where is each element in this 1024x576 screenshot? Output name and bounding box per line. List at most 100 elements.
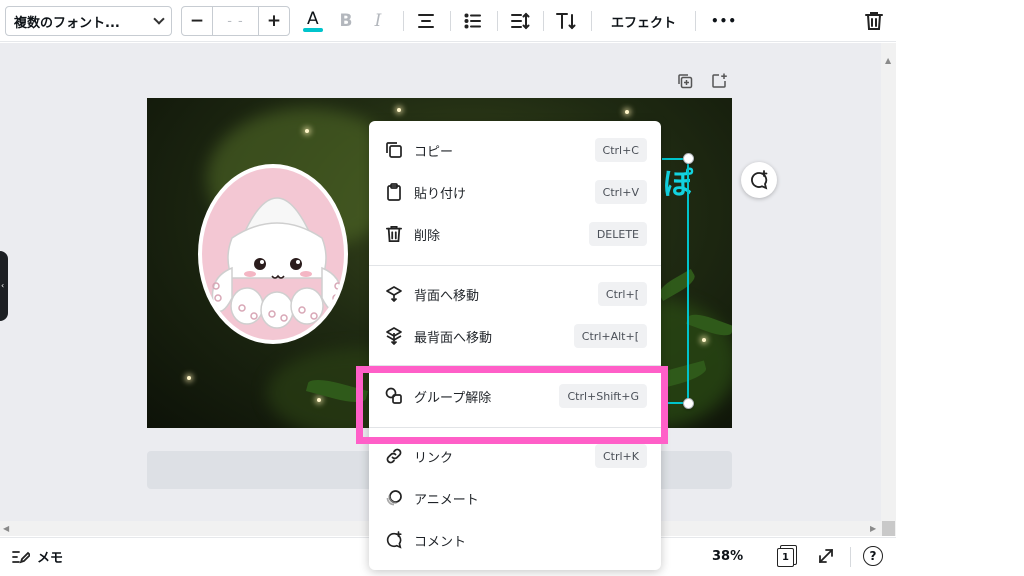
align-center-icon	[418, 14, 434, 28]
animate-icon	[386, 490, 402, 506]
delete-element-button[interactable]	[859, 6, 889, 36]
toolbar-divider	[450, 11, 451, 31]
help-button[interactable]: ?	[862, 545, 884, 567]
menu-item-shortcut: Ctrl+[	[597, 282, 647, 306]
menu-item-ungroup[interactable]: グループ解除 Ctrl+Shift+G	[369, 375, 661, 417]
text-color-button[interactable]: A	[298, 6, 328, 36]
menu-item-label: 最背面へ移動	[414, 330, 493, 346]
vertical-text-button[interactable]	[551, 6, 581, 36]
light-sparkle	[625, 110, 629, 114]
toolbar-divider	[695, 11, 696, 31]
help-icon: ?	[863, 546, 883, 566]
menu-item-label: グループ解除	[414, 390, 492, 406]
menu-item-shortcut: Ctrl+V	[594, 180, 647, 204]
ungroup-icon	[385, 387, 402, 404]
menu-item-label: コピー	[414, 144, 454, 160]
scroll-left-icon[interactable]: ◀	[3, 524, 9, 533]
font-size-increase-button[interactable]: +	[259, 7, 289, 35]
scroll-up-icon[interactable]: ▲	[885, 56, 891, 65]
bullet-list-icon	[464, 13, 481, 29]
menu-item-link[interactable]: リンク Ctrl+K	[369, 435, 661, 477]
copy-icon	[386, 142, 402, 158]
font-family-value: 複数のフォント...	[14, 15, 120, 31]
comment-add-icon	[386, 531, 402, 549]
light-sparkle	[702, 338, 706, 342]
line-spacing-icon	[511, 12, 530, 30]
selection-frame	[662, 158, 689, 404]
trash-icon	[865, 12, 883, 30]
menu-item-shortcut: DELETE	[588, 222, 647, 246]
menu-item-copy[interactable]: コピー Ctrl+C	[369, 129, 661, 171]
menu-item-comment[interactable]: コメント	[369, 519, 661, 561]
light-sparkle	[397, 108, 401, 112]
menu-item-label: 背面へ移動	[414, 288, 480, 304]
toolbar-divider	[591, 11, 592, 31]
spacing-button[interactable]	[505, 6, 535, 36]
duplicate-page-button[interactable]	[676, 72, 694, 90]
duplicate-page-icon	[678, 74, 693, 89]
page-number: 1	[777, 548, 794, 567]
side-panel-toggle[interactable]: ‹	[0, 251, 8, 321]
send-backward-icon	[386, 286, 402, 302]
scroll-right-icon[interactable]: ▶	[870, 524, 876, 533]
bullet-list-button[interactable]	[458, 6, 488, 36]
font-size-input[interactable]: - -	[212, 7, 259, 35]
text-direction-icon	[556, 13, 576, 30]
comment-add-icon	[751, 170, 768, 190]
italic-button[interactable]: I	[363, 6, 393, 36]
chevron-left-icon: ‹	[1, 281, 5, 290]
resize-handle-bottom-right[interactable]	[683, 398, 694, 409]
notes-icon	[12, 550, 30, 563]
menu-item-label: リンク	[414, 450, 454, 466]
add-page-button[interactable]	[710, 72, 728, 90]
light-sparkle	[317, 398, 321, 402]
menu-item-shortcut: Ctrl+Alt+[	[573, 324, 647, 348]
resize-handle-top-right[interactable]	[683, 153, 694, 164]
font-size-stepper: − - - +	[181, 6, 290, 36]
menu-item-shortcut: Ctrl+K	[594, 444, 647, 468]
notes-button[interactable]: メモ	[12, 547, 63, 566]
effects-button[interactable]: エフェクト	[611, 6, 676, 36]
menu-item-send-backward[interactable]: 背面へ移動 Ctrl+[	[369, 273, 661, 315]
chevron-down-icon	[153, 13, 165, 25]
toolbar-divider	[497, 11, 498, 31]
font-family-select[interactable]: 複数のフォント...	[5, 6, 172, 36]
vertical-scrollbar[interactable]: ▲	[881, 43, 896, 536]
more-options-button[interactable]: •••	[711, 6, 737, 36]
scrollbar-thumb[interactable]	[882, 521, 895, 536]
menu-item-send-to-back[interactable]: 最背面へ移動 Ctrl+Alt+[	[369, 315, 661, 357]
clipboard-icon	[387, 183, 401, 201]
text-toolbar: 複数のフォント... − - - + A B I エフェクト •••	[0, 0, 896, 42]
bottom-divider	[850, 547, 851, 567]
menu-item-label: コメント	[414, 534, 467, 550]
menu-item-label: 削除	[414, 228, 441, 244]
notes-label: メモ	[37, 551, 64, 566]
menu-item-animate[interactable]: アニメート	[369, 477, 661, 519]
font-size-decrease-button[interactable]: −	[182, 7, 212, 35]
menu-divider	[369, 365, 661, 366]
send-to-back-icon	[386, 327, 402, 345]
squid-character-icon	[211, 197, 343, 329]
menu-item-label: アニメート	[414, 492, 479, 508]
fullscreen-button[interactable]	[815, 545, 837, 567]
menu-divider	[369, 427, 661, 428]
page-number-button[interactable]: 1	[776, 545, 798, 567]
menu-item-shortcut: Ctrl+Shift+G	[559, 384, 647, 408]
zoom-level[interactable]: 38%	[712, 549, 743, 564]
add-comment-button[interactable]	[741, 162, 777, 198]
link-icon	[386, 448, 402, 464]
light-sparkle	[305, 129, 309, 133]
menu-item-paste[interactable]: 貼り付け Ctrl+V	[369, 171, 661, 213]
align-center-button[interactable]	[411, 6, 441, 36]
trash-icon	[386, 226, 402, 242]
toolbar-divider	[403, 11, 404, 31]
squid-sticker-image[interactable]	[198, 164, 348, 344]
context-menu: コピー Ctrl+C 貼り付け Ctrl+V 削除 DELETE 背面へ移動 C…	[369, 121, 661, 570]
toolbar-divider	[543, 11, 544, 31]
text-color-swatch	[303, 28, 323, 32]
bold-button[interactable]: B	[331, 6, 361, 36]
text-color-letter: A	[307, 9, 319, 29]
menu-item-delete[interactable]: 削除 DELETE	[369, 213, 661, 255]
light-sparkle	[187, 376, 191, 380]
add-page-icon	[712, 73, 727, 88]
